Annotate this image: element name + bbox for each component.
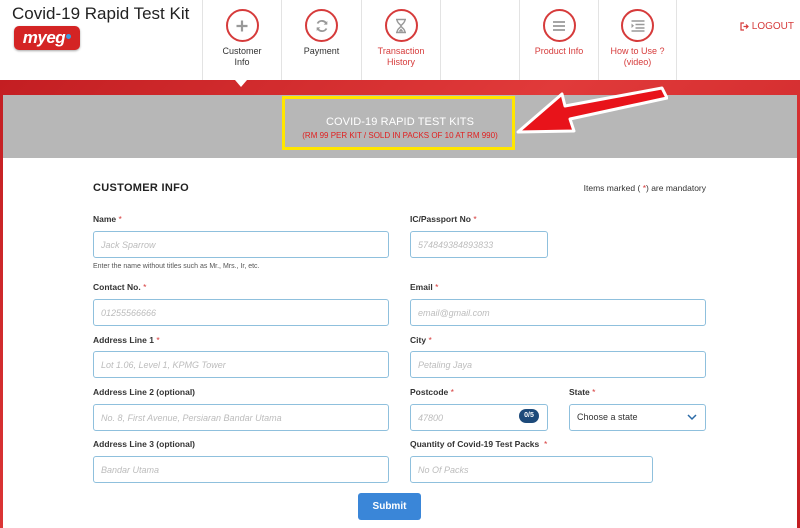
nav-label-transaction-history: Transaction History bbox=[377, 46, 425, 67]
nav-transaction-history[interactable]: Transaction History bbox=[361, 0, 440, 80]
email-input[interactable] bbox=[410, 299, 706, 326]
nav-label-product-info: Product Info bbox=[534, 46, 584, 56]
submit-button[interactable]: Submit bbox=[358, 493, 421, 520]
contact-input[interactable] bbox=[93, 299, 389, 326]
nav-label-payment: Payment bbox=[303, 46, 340, 56]
nav-product-info[interactable]: Product Info bbox=[519, 0, 598, 80]
hourglass-icon bbox=[384, 9, 418, 42]
refresh-icon bbox=[305, 9, 338, 42]
banner: COVID-19 RAPID TEST KITS (RM 99 PER KIT … bbox=[3, 95, 797, 158]
quantity-input[interactable] bbox=[410, 456, 653, 483]
address2-input[interactable] bbox=[93, 404, 389, 431]
nav-how-to-use[interactable]: How to Use ? (video) bbox=[598, 0, 677, 80]
name-label: Name * bbox=[93, 214, 122, 224]
nav-payment[interactable]: Payment bbox=[281, 0, 361, 80]
plus-icon bbox=[225, 9, 259, 42]
address3-input[interactable] bbox=[93, 456, 389, 483]
contact-label: Contact No. * bbox=[93, 282, 147, 292]
mandatory-note: Items marked ( *) are mandatory bbox=[583, 183, 706, 193]
ic-label: IC/Passport No * bbox=[410, 214, 477, 224]
active-tab-caret bbox=[235, 80, 247, 87]
email-label: Email * bbox=[410, 282, 439, 292]
state-label: State * bbox=[569, 387, 596, 397]
state-select-value: Choose a state bbox=[577, 412, 638, 422]
postcode-counter: 0/5 bbox=[519, 409, 539, 423]
name-input[interactable] bbox=[93, 231, 389, 258]
address2-label: Address Line 2 (optional) bbox=[93, 387, 196, 397]
name-help-text: Enter the name without titles such as Mr… bbox=[93, 263, 260, 270]
nav-customer-info[interactable]: Customer Info bbox=[202, 0, 281, 80]
app-title: Covid-19 Rapid Test Kit bbox=[12, 4, 190, 23]
city-label: City * bbox=[410, 335, 432, 345]
logout-link[interactable]: LOGOUT bbox=[740, 21, 794, 32]
ic-passport-input[interactable] bbox=[410, 231, 548, 258]
city-input[interactable] bbox=[410, 351, 706, 378]
nav-label-how-to-use: How to Use ? (video) bbox=[610, 46, 665, 67]
section-title: CUSTOMER INFO bbox=[93, 182, 189, 194]
nav-spacer bbox=[440, 0, 519, 80]
myeg-logo[interactable]: myeg bbox=[14, 26, 80, 50]
address1-input[interactable] bbox=[93, 351, 389, 378]
nav-label-customer-info: Customer Info bbox=[222, 46, 262, 67]
annotation-arrow-icon bbox=[516, 86, 668, 134]
banner-price: (RM 99 PER KIT / SOLD IN PACKS OF 10 AT … bbox=[302, 131, 498, 140]
logout-icon bbox=[740, 22, 749, 31]
logout-label: LOGOUT bbox=[751, 21, 794, 32]
chevron-down-icon bbox=[687, 414, 697, 421]
address1-label: Address Line 1 * bbox=[93, 335, 160, 345]
quantity-label: Quantity of Covid-19 Test Packs * bbox=[410, 439, 548, 449]
state-select[interactable]: Choose a state bbox=[569, 404, 706, 431]
banner-title: COVID-19 RAPID TEST KITS bbox=[325, 116, 475, 128]
address3-label: Address Line 3 (optional) bbox=[93, 439, 196, 449]
postcode-label: Postcode * bbox=[410, 387, 454, 397]
list-icon bbox=[542, 9, 576, 42]
video-list-icon bbox=[621, 9, 654, 42]
top-header: Covid-19 Rapid Test Kit myeg Customer Inf… bbox=[0, 0, 800, 80]
